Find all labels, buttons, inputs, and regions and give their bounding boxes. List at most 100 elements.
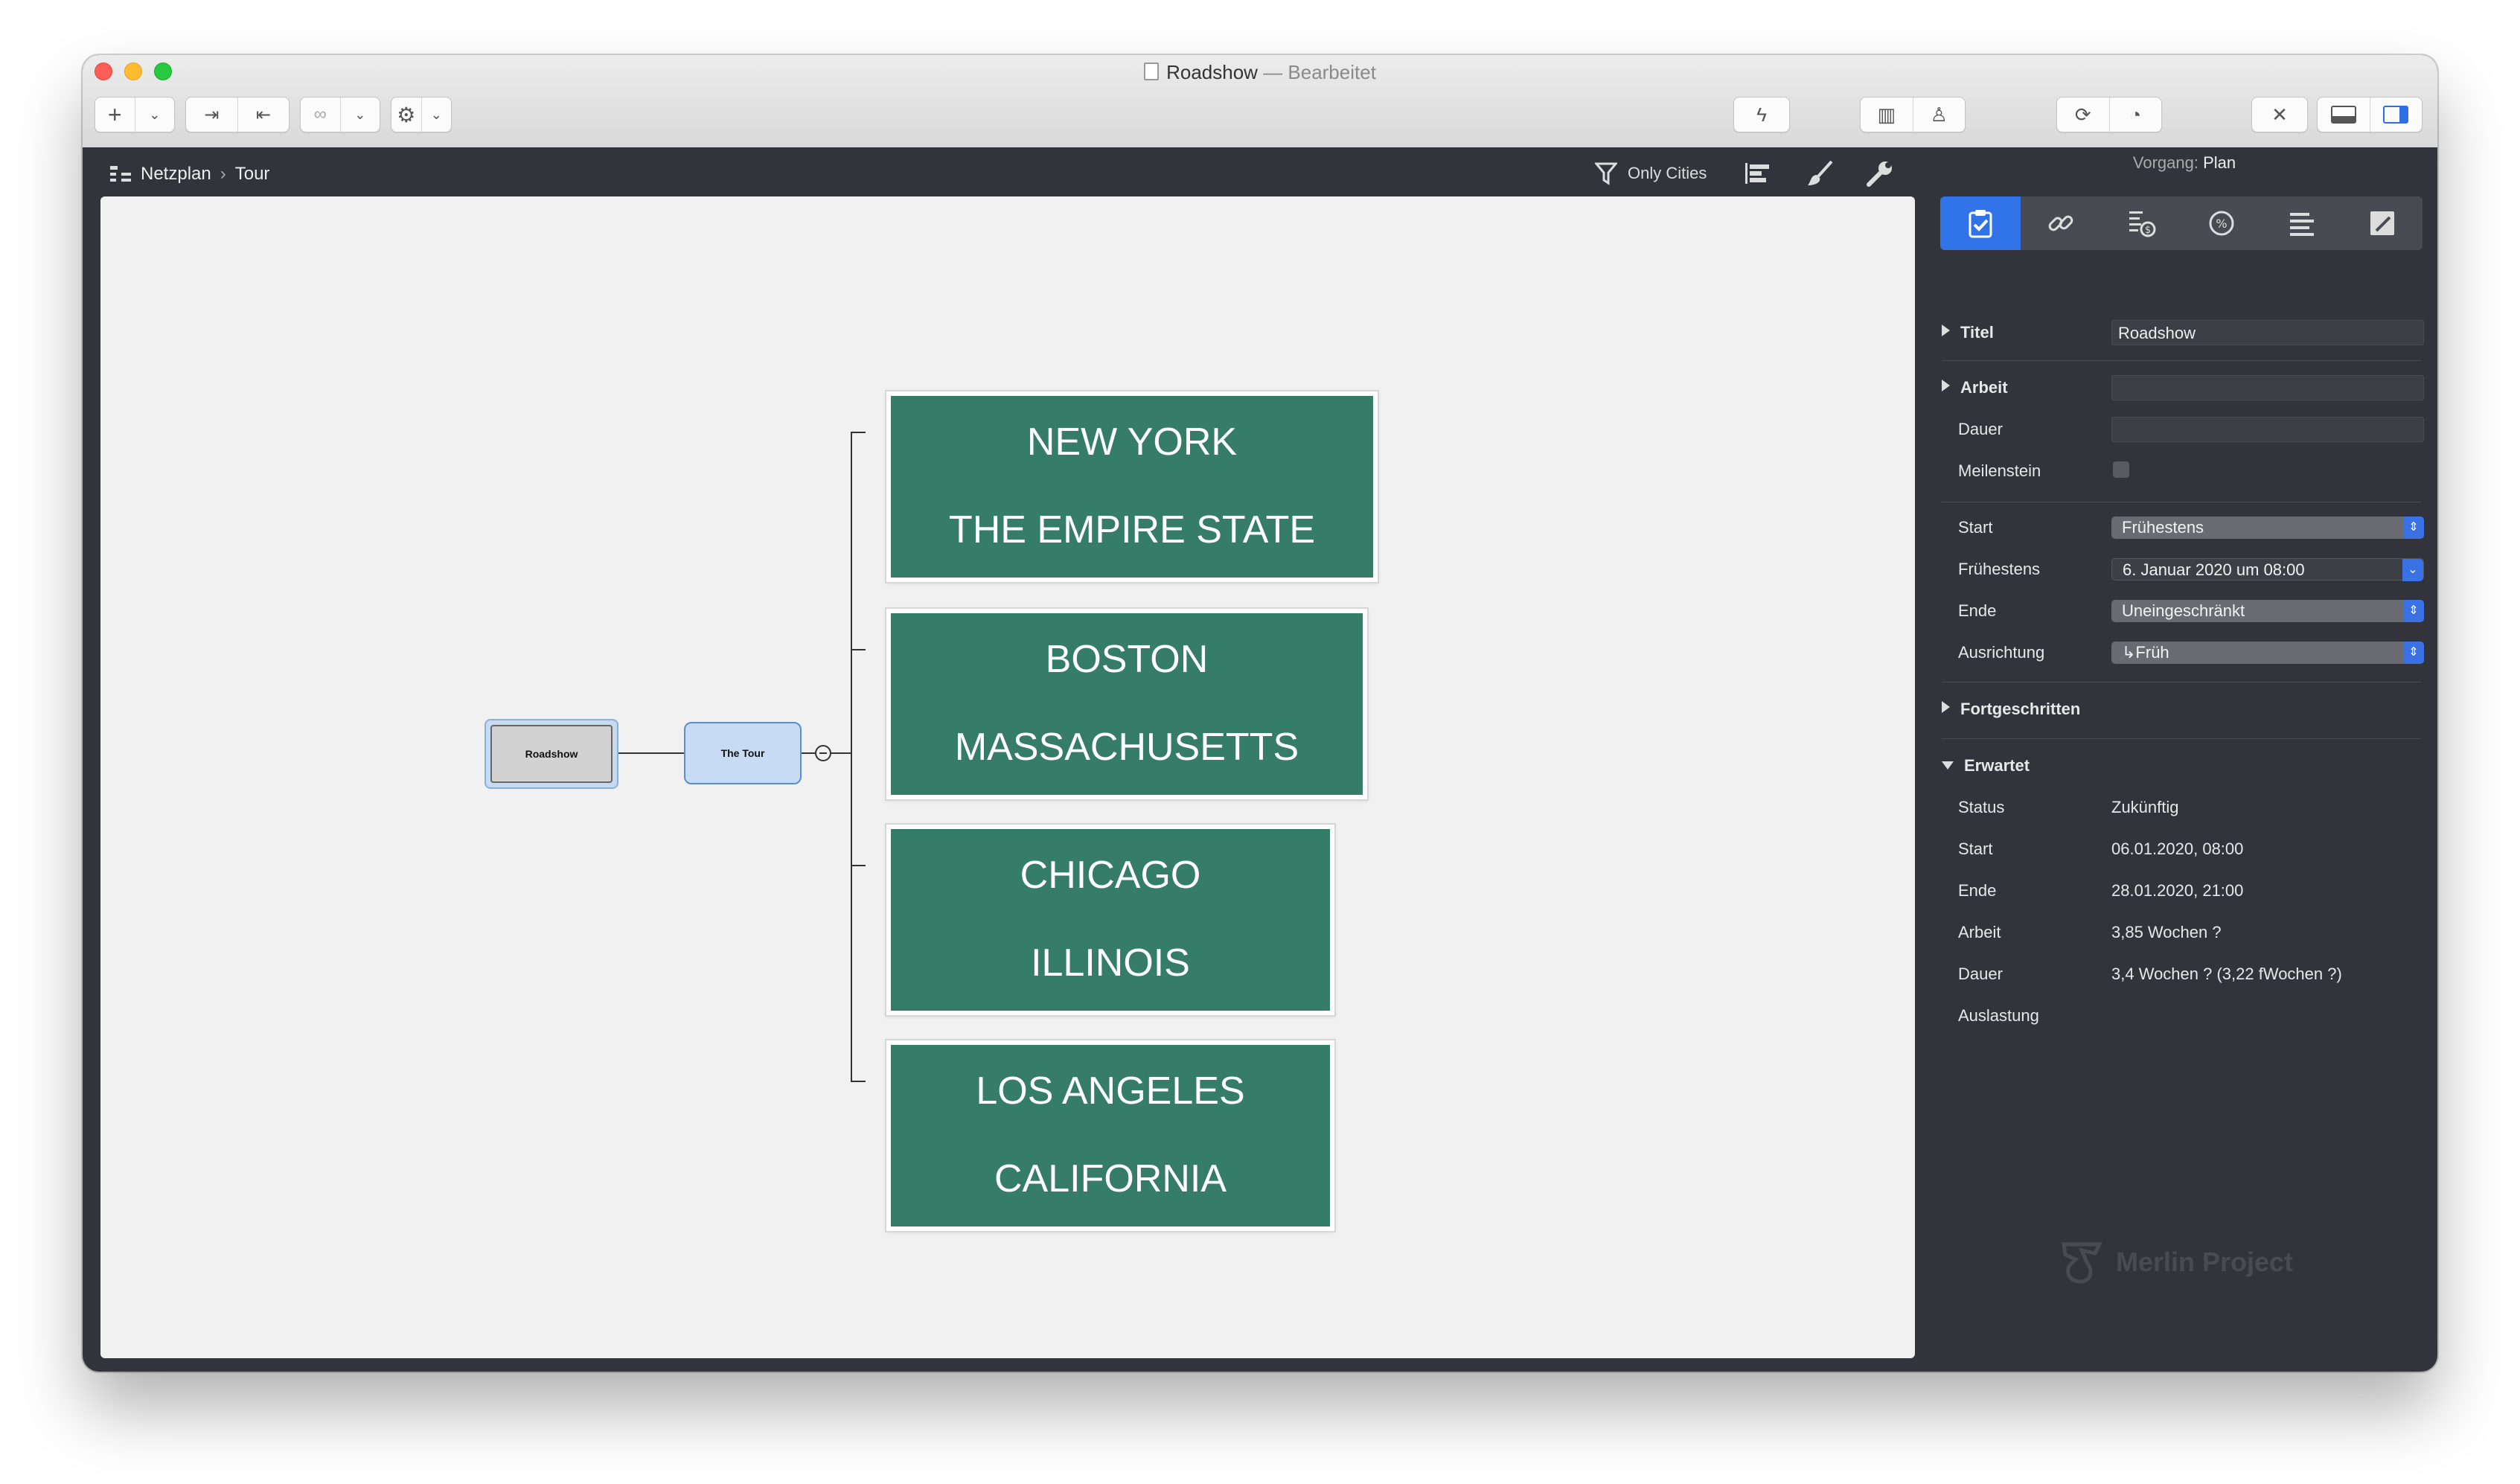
state-name: MASSACHUSETTS [954, 726, 1299, 769]
window-title-text: Roadshow [1166, 61, 1258, 83]
titel-field[interactable]: Roadshow [2111, 320, 2424, 345]
start-popup-value: Frühestens [2122, 518, 2204, 537]
network-plan-icon [110, 166, 131, 182]
title-bar: Roadshow — Bearbeitet + ⌄ ⇥ ⇤ ∞ ⌄ ⚙ ⌄ ϟ … [83, 55, 2437, 149]
align-button[interactable] [1744, 159, 1771, 188]
sync-dashboard-control[interactable]: ⟳ ◔ [2056, 97, 2162, 132]
indent-outdent-control[interactable]: ⇥ ⇤ [185, 97, 290, 132]
fruehestens-date-field[interactable]: 6. Januar 2020 um 08:00 ⌄ [2111, 558, 2424, 581]
city-node-chicago[interactable]: CHICAGO ILLINOIS [886, 825, 1334, 1015]
sync-icon[interactable]: ⟳ [2057, 97, 2109, 132]
tools-button[interactable]: ✕ [2251, 97, 2308, 132]
outdent-icon[interactable]: ⇤ [237, 97, 290, 132]
start-popup[interactable]: Frühestens ⇕ [2111, 516, 2424, 539]
network-canvas[interactable]: Roadshow The Tour NEW YORK THE EMPIRE ST… [100, 196, 1915, 1358]
tab-task-info[interactable] [1940, 196, 2021, 250]
tab-list[interactable] [2262, 196, 2342, 250]
chevron-down-icon[interactable]: ⌄ [134, 97, 175, 132]
meilenstein-label: Meilenstein [1958, 461, 2041, 480]
dauer-label: Dauer [1958, 420, 2003, 438]
wrench-icon [1867, 161, 1892, 187]
app-window: Roadshow — Bearbeitet + ⌄ ⇥ ⇤ ∞ ⌄ ⚙ ⌄ ϟ … [83, 55, 2437, 1372]
fortgeschritten-label: Fortgeschritten [1960, 700, 2081, 718]
action-button[interactable]: ⚙ ⌄ [391, 97, 452, 132]
link-button[interactable]: ∞ ⌄ [300, 97, 380, 132]
erwartet-label: Erwartet [1964, 756, 2030, 775]
link-icon[interactable]: ∞ [301, 97, 340, 132]
breadcrumb-item-netzplan[interactable]: Netzplan [141, 164, 211, 185]
dauer-field[interactable] [2111, 417, 2424, 442]
city-name: NEW YORK [1026, 420, 1238, 464]
bracket-vertical [851, 432, 852, 1082]
section-erwartet[interactable]: Erwartet [1942, 756, 2030, 775]
inspector-header-label: Vorgang: [2132, 153, 2198, 172]
meilenstein-checkbox[interactable] [2113, 461, 2129, 478]
city-name: LOS ANGELES [976, 1069, 1245, 1113]
city-node-los-angeles[interactable]: LOS ANGELES CALIFORNIA [886, 1040, 1334, 1231]
ende-label: Ende [1958, 601, 1997, 620]
chevron-down-icon[interactable]: ⌄ [2402, 559, 2423, 581]
collapse-toggle[interactable] [815, 745, 831, 761]
fruehestens-label: Frühestens [1958, 560, 2041, 578]
library-icon[interactable]: ▥ [1861, 97, 1913, 132]
ausrichtung-popup[interactable]: ↳Früh ⇕ [2111, 642, 2424, 664]
erwartet-status-label: Status [1958, 798, 2005, 816]
filter-icon [1595, 162, 1617, 185]
arbeit-label: Arbeit [1960, 378, 2008, 397]
svg-text:%: % [2216, 217, 2227, 231]
breadcrumb-chevron-icon: › [220, 164, 226, 184]
section-arbeit[interactable]: Arbeit [1942, 378, 2008, 397]
lightning-icon[interactable]: ϟ [1734, 97, 1789, 132]
updown-icon: ⇕ [2403, 600, 2424, 622]
start-label: Start [1958, 518, 1993, 537]
bottom-panel-icon[interactable] [2318, 97, 2370, 132]
section-titel[interactable]: Titel [1942, 323, 1994, 342]
tab-notes[interactable] [2342, 196, 2423, 250]
node-the-tour[interactable]: The Tour [684, 722, 802, 784]
tools-icon[interactable]: ✕ [2252, 97, 2307, 132]
indent-icon[interactable]: ⇥ [186, 97, 237, 132]
inspector-panel: Vorgang: Plan $ % Titel Roadshow Arbeit … [1931, 153, 2437, 1372]
tab-costs[interactable]: $ [2101, 196, 2181, 250]
brush-button[interactable] [1806, 159, 1833, 188]
ausrichtung-popup-value: ↳Früh [2122, 643, 2169, 662]
erwartet-ende-label: Ende [1958, 881, 1997, 900]
chevron-down-icon[interactable]: ⌄ [420, 97, 452, 132]
plus-icon[interactable]: + [95, 97, 135, 132]
filter-button[interactable]: Only Cities [1595, 159, 1707, 188]
dashboard-icon[interactable]: ◔ [2108, 97, 2162, 132]
tab-links[interactable] [2021, 196, 2101, 250]
breadcrumb: Netzplan › Tour [109, 164, 269, 185]
fruehestens-value: 6. Januar 2020 um 08:00 [2123, 560, 2305, 579]
svg-text:$: $ [2145, 225, 2151, 236]
ende-popup[interactable]: Uneingeschränkt ⇕ [2111, 600, 2424, 622]
titel-label: Titel [1960, 323, 1994, 342]
tab-progress[interactable]: % [2181, 196, 2262, 250]
merlin-logo-icon [2062, 1242, 2103, 1284]
view-toggle-control[interactable] [2317, 97, 2423, 132]
erwartet-auslastung-label: Auslastung [1958, 1006, 2039, 1025]
wrench-button[interactable] [1866, 159, 1894, 188]
breadcrumb-item-tour[interactable]: Tour [235, 164, 270, 185]
add-button[interactable]: + ⌄ [95, 97, 175, 132]
city-node-new-york[interactable]: NEW YORK THE EMPIRE STATE [886, 391, 1378, 582]
gear-icon[interactable]: ⚙ [391, 97, 421, 132]
window-title: Roadshow — Bearbeitet [83, 61, 2437, 84]
chevron-down-icon[interactable]: ⌄ [339, 97, 380, 132]
filter-label: Only Cities [1628, 164, 1707, 182]
percent-icon: % [2209, 211, 2234, 236]
sidebar-icon[interactable] [2369, 97, 2423, 132]
window-title-separator: — [1257, 61, 1288, 83]
section-fortgeschritten[interactable]: Fortgeschritten [1942, 700, 2080, 719]
lightning-button[interactable]: ϟ [1733, 97, 1790, 132]
node-roadshow-label: Roadshow [490, 725, 613, 783]
disclosure-right-icon [1942, 380, 1950, 391]
ausrichtung-label: Ausrichtung [1958, 643, 2045, 662]
arbeit-field[interactable] [2111, 375, 2424, 400]
ende-popup-value: Uneingeschränkt [2122, 601, 2245, 620]
library-person-control[interactable]: ▥ ♙ [1860, 97, 1966, 132]
person-icon[interactable]: ♙ [1912, 97, 1966, 132]
node-roadshow[interactable]: Roadshow [485, 719, 618, 789]
erwartet-dauer-value: 3,4 Wochen ? (3,22 fWochen ?) [2111, 965, 2342, 983]
city-node-boston[interactable]: BOSTON MASSACHUSETTS [886, 609, 1367, 799]
